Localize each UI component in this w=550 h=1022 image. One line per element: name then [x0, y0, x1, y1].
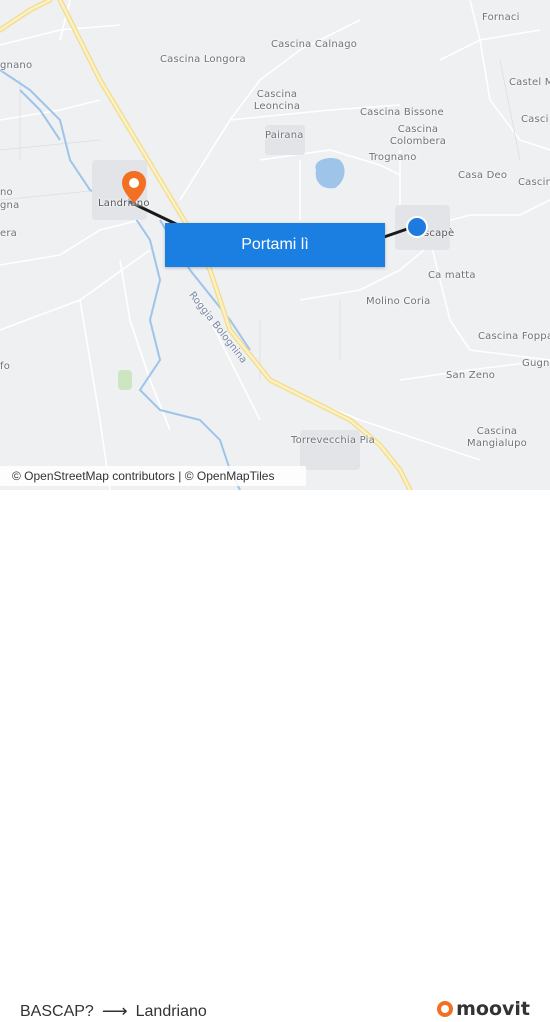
- place-label: Molino Coria: [366, 296, 431, 307]
- place-label: Cascina Colombera: [389, 124, 447, 147]
- place-label: era: [0, 228, 17, 239]
- navigate-here-button[interactable]: Portami lì: [165, 223, 385, 267]
- place-label: Torrevecchia Pia: [291, 435, 375, 446]
- lake: [315, 158, 345, 189]
- place-label: Ca matta: [428, 270, 476, 281]
- place-label: Casa Deo: [458, 170, 508, 181]
- destination-name: Landriano: [135, 1002, 207, 1020]
- origin-name: BASCAP?: [20, 1002, 94, 1020]
- place-label: Cascina Bissone: [360, 107, 444, 118]
- map-attribution[interactable]: © OpenStreetMap contributors | © OpenMap…: [0, 466, 306, 486]
- place-label: Casci: [521, 114, 549, 125]
- place-label: Cascina Calnago: [271, 39, 358, 50]
- place-label: Gugn: [522, 358, 550, 369]
- place-label: Cascina Foppa: [478, 331, 550, 342]
- map-canvas[interactable]: Fornaci Cascina Calnago Cascina Longora …: [0, 0, 550, 490]
- moovit-logo-text: moovit: [456, 998, 530, 1020]
- place-label: Cascin: [518, 177, 550, 188]
- arrow-right-icon: ⟶: [101, 1001, 128, 1021]
- footer-bar: BASCAP? ⟶ Landriano moovit: [0, 490, 550, 1021]
- place-label: San Zeno: [446, 370, 496, 381]
- place-label: Castel M: [509, 77, 550, 88]
- place-label: Cascina Leoncina: [253, 89, 301, 112]
- place-label: fo: [0, 361, 11, 372]
- place-label: Fornaci: [482, 12, 520, 23]
- place-label: no: [0, 187, 13, 198]
- place-label: gnano: [0, 60, 33, 71]
- origin-dot-icon[interactable]: [405, 215, 429, 239]
- destination-pin-icon[interactable]: [121, 170, 147, 204]
- route-summary: BASCAP? ⟶ Landriano: [20, 1001, 207, 1022]
- moovit-logo-icon: [437, 1001, 454, 1017]
- place-label: gna: [0, 200, 20, 211]
- place-label: Cascina Mangialupo: [467, 426, 527, 449]
- moovit-logo[interactable]: moovit: [437, 998, 530, 1020]
- place-label: Pairana: [265, 130, 304, 141]
- place-label: Cascina Longora: [160, 54, 246, 65]
- place-label: Trognano: [369, 152, 417, 163]
